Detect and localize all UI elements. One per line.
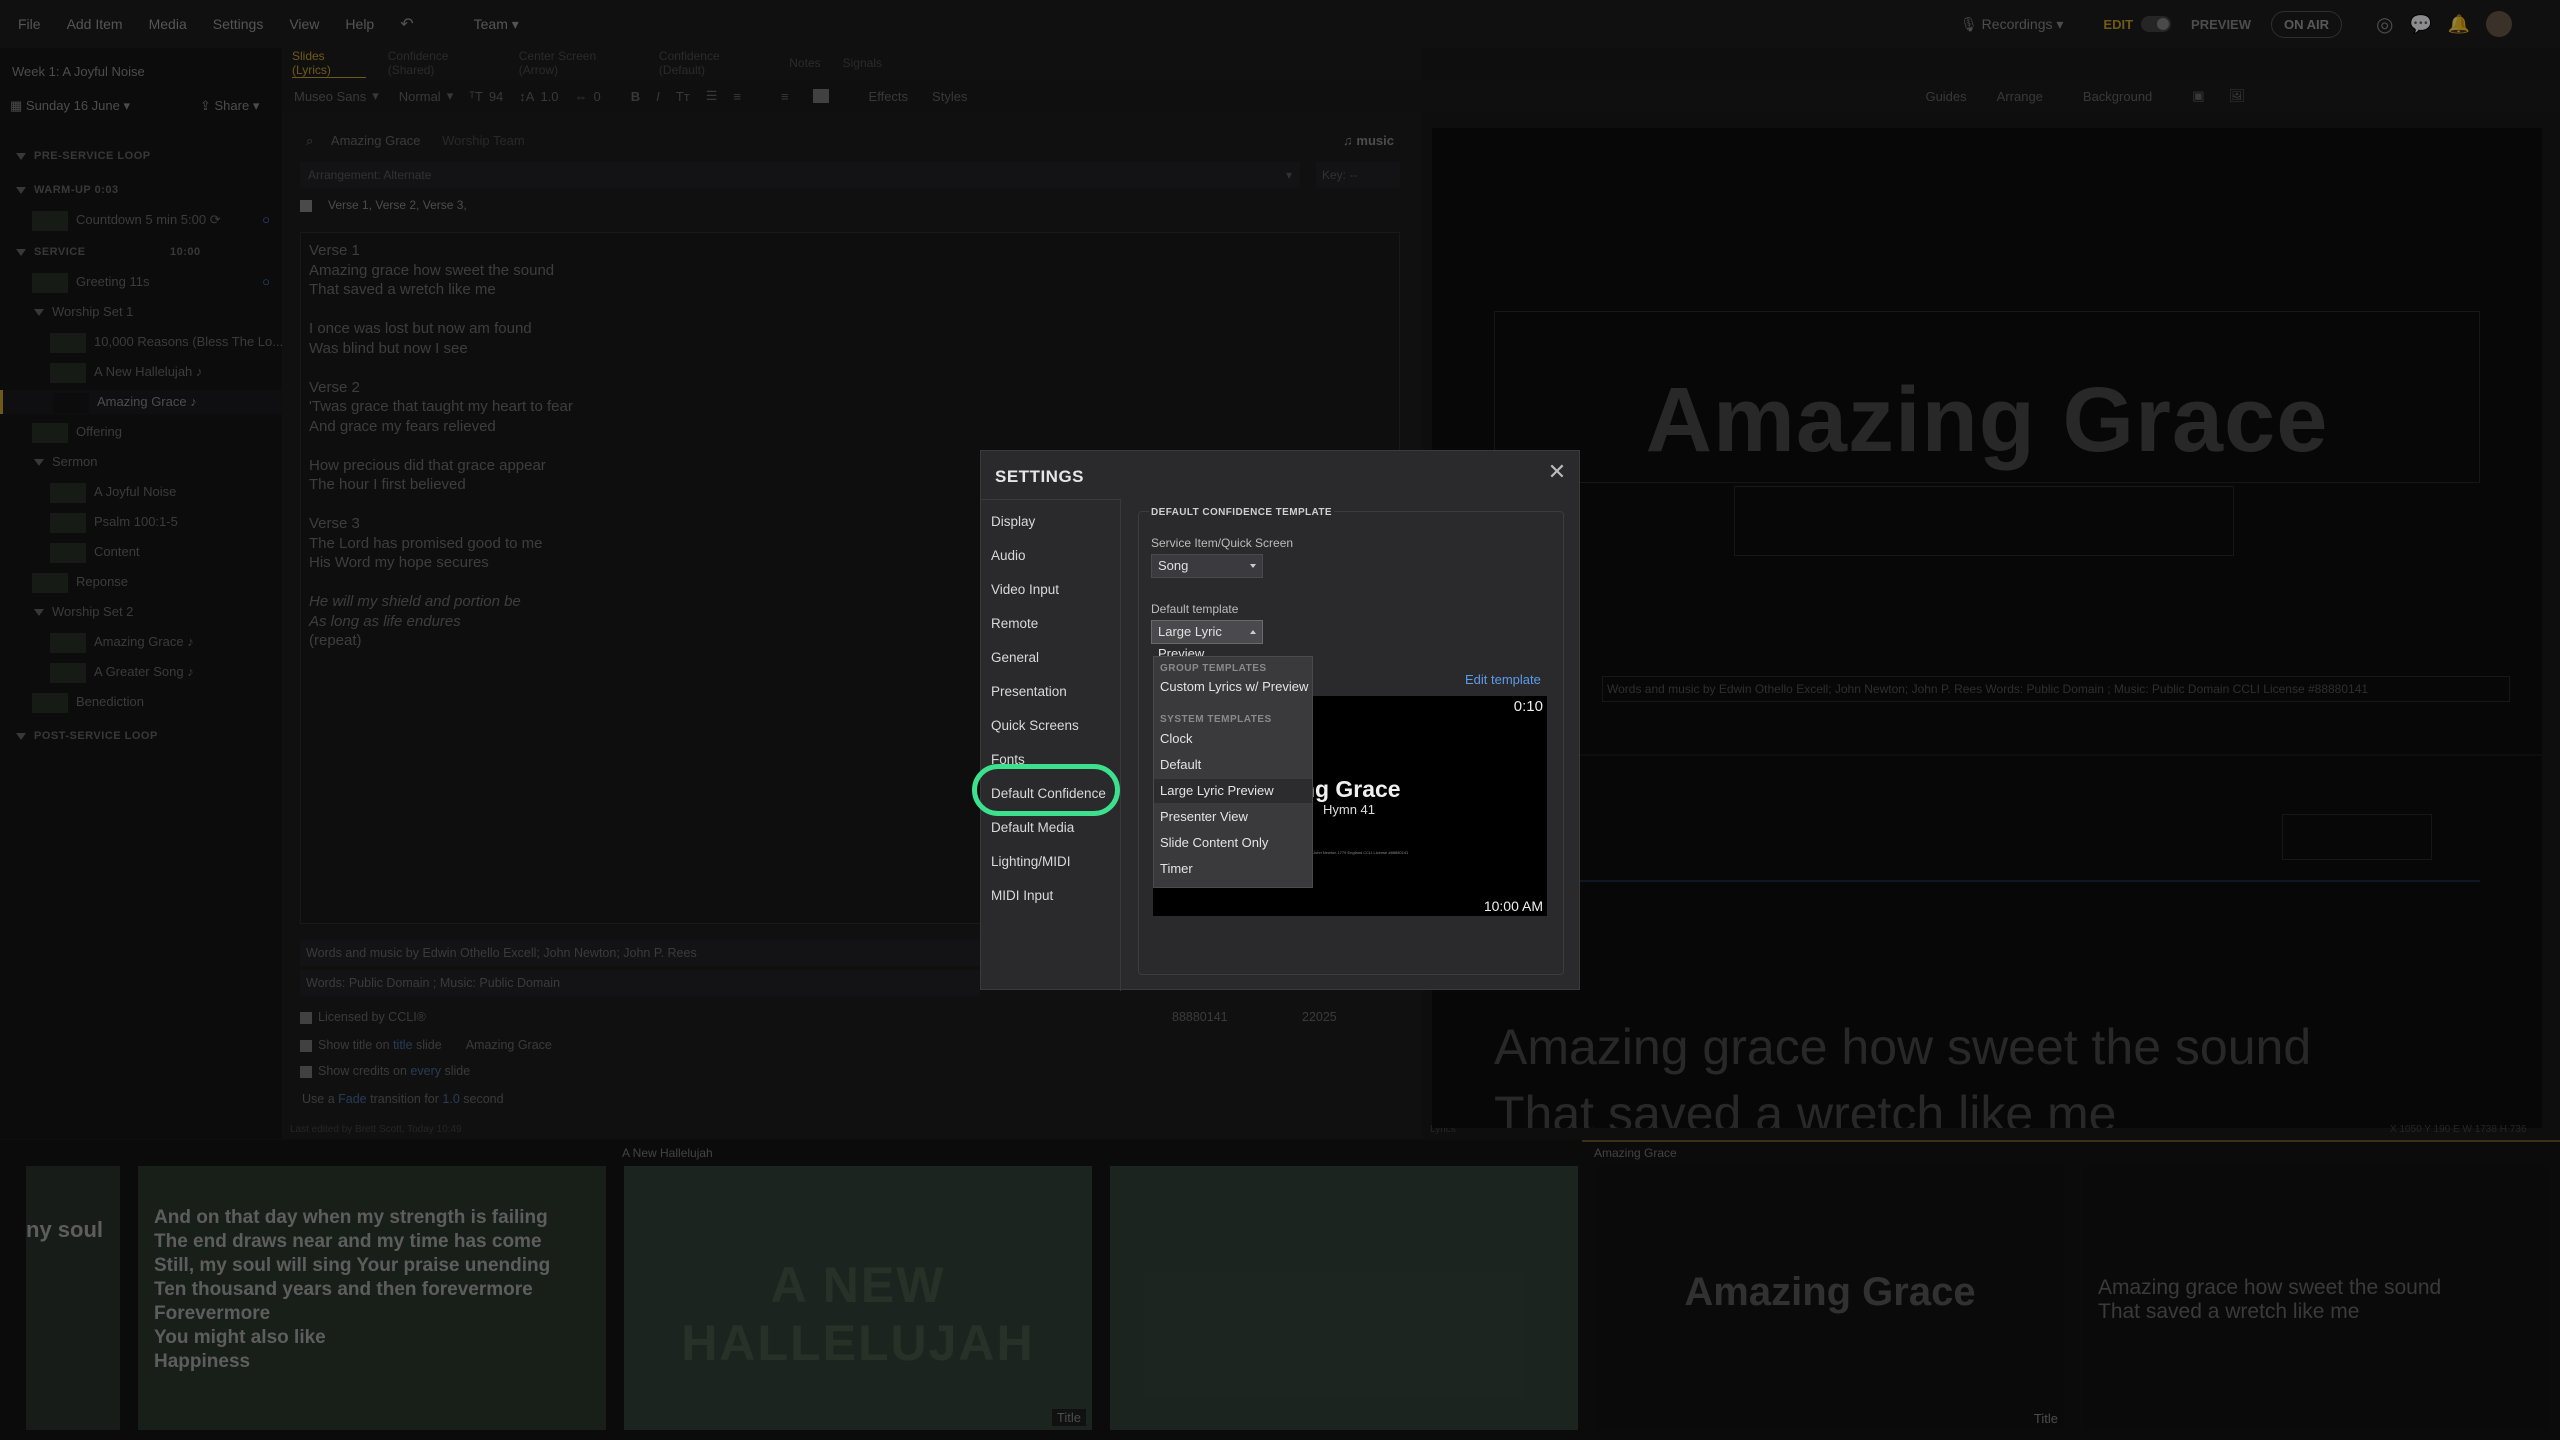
dropdown-option[interactable]: Slide Content Only [1160, 835, 1268, 850]
template-label: Default template [1151, 602, 1239, 616]
service-item-select[interactable]: Song [1151, 554, 1263, 578]
nav-audio[interactable]: Audio [991, 548, 1026, 563]
preview-clock: 10:00 AM [1483, 898, 1543, 914]
section-title: DEFAULT CONFIDENCE TEMPLATE [1149, 507, 1334, 518]
close-icon[interactable]: ✕ [1545, 461, 1569, 485]
dropdown-option[interactable]: Clock [1160, 731, 1193, 746]
nav-general[interactable]: General [991, 650, 1039, 665]
settings-nav: Display Audio Video Input Remote General… [981, 499, 1121, 991]
dropdown-option[interactable]: Presenter View [1160, 809, 1248, 824]
select-value: Song [1158, 558, 1189, 573]
nav-lighting-midi[interactable]: Lighting/MIDI [991, 854, 1071, 869]
caret-icon [1250, 630, 1256, 634]
dropdown-option-selected[interactable]: Large Lyric Preview [1160, 783, 1274, 798]
dropdown-option[interactable]: Custom Lyrics w/ Preview [1160, 679, 1308, 694]
nav-quick-screens[interactable]: Quick Screens [991, 718, 1079, 733]
highlight-ring [972, 764, 1120, 816]
template-dropdown: GROUP TEMPLATES Custom Lyrics w/ Preview… [1153, 656, 1313, 888]
nav-default-media[interactable]: Default Media [991, 820, 1074, 835]
preview-countdown: 0:10 [1513, 698, 1543, 715]
nav-midi-input[interactable]: MIDI Input [991, 888, 1053, 903]
dropdown-group-header: GROUP TEMPLATES [1160, 663, 1267, 674]
nav-presentation[interactable]: Presentation [991, 684, 1067, 699]
edit-template-link[interactable]: Edit template [1465, 672, 1541, 687]
preview-hymn: Hymn 41 [1323, 802, 1376, 817]
nav-remote[interactable]: Remote [991, 616, 1038, 631]
caret-icon [1250, 564, 1256, 568]
app-window: File Add Item Media Settings View Help ↶… [0, 0, 2560, 1440]
dropdown-option[interactable]: Timer [1160, 861, 1193, 876]
item-label: Service Item/Quick Screen [1151, 536, 1294, 550]
nav-display[interactable]: Display [991, 514, 1035, 529]
dropdown-system-header: SYSTEM TEMPLATES [1160, 714, 1272, 725]
nav-video-input[interactable]: Video Input [991, 582, 1059, 597]
dropdown-option[interactable]: Default [1160, 757, 1201, 772]
default-template-select[interactable]: Large Lyric Preview [1151, 620, 1263, 661]
preview-credits: John Newton 1779 England CCLI License #8… [1313, 850, 1409, 855]
dialog-title: SETTINGS [995, 467, 1085, 486]
